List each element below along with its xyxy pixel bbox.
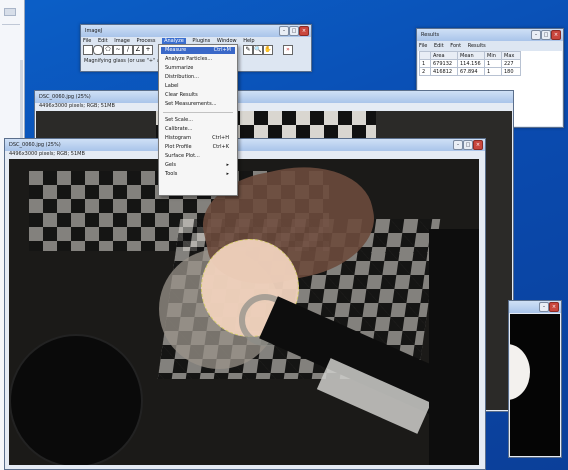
menu-item-distribution[interactable]: Distribution... <box>165 74 233 81</box>
table-row[interactable]: 1 679132 114.156 1 227 <box>419 59 521 68</box>
magnifier-tool-icon[interactable]: 🔍 <box>253 45 263 55</box>
maximize-button[interactable]: □ <box>463 140 473 150</box>
secondary-canvas[interactable] <box>510 314 560 456</box>
dark-disc <box>9 334 143 465</box>
results-table: Area Mean Min Max 1 679132 114.156 1 227… <box>419 51 521 76</box>
front-image-info: 4496x3000 pixels; RGB; 51MB <box>9 151 85 157</box>
close-button[interactable]: × <box>551 30 561 40</box>
line-tool-icon[interactable]: / <box>123 45 133 55</box>
menu-help[interactable]: Help <box>243 38 254 44</box>
oval-tool-icon[interactable] <box>93 45 103 55</box>
minimize-button[interactable]: – <box>453 140 463 150</box>
table-cell: 1 <box>484 67 502 76</box>
menu-item-set-measurements[interactable]: Set Measurements... <box>165 101 233 108</box>
back-button[interactable] <box>4 8 16 16</box>
column-header: Min <box>484 51 502 60</box>
table-row[interactable]: 2 416812 67.894 1 180 <box>419 67 521 76</box>
divider <box>2 24 20 25</box>
table-cell: 679132 <box>430 59 458 68</box>
menu-edit[interactable]: Edit <box>98 38 108 44</box>
chevron-right-icon: ▸ <box>226 171 229 177</box>
selection-circle <box>510 344 530 400</box>
menu-item-surface-plot[interactable]: Surface Plot... <box>165 153 233 160</box>
menu-item-plot-profile[interactable]: Plot Profile Ctrl+K <box>165 144 233 151</box>
column-header: Mean <box>457 51 485 60</box>
menu-file[interactable]: File <box>419 43 427 49</box>
column-header <box>419 51 431 60</box>
hand-tool-icon[interactable]: ✋ <box>263 45 273 55</box>
rectangle-tool-icon[interactable] <box>83 45 93 55</box>
polygon-tool-icon[interactable]: ⬠ <box>103 45 113 55</box>
close-button[interactable]: × <box>473 140 483 150</box>
menu-item-label[interactable]: Label <box>165 83 233 90</box>
dropper-tool-icon[interactable]: ✎ <box>243 45 253 55</box>
menu-item-tools[interactable]: Tools ▸ <box>165 171 233 178</box>
menu-item-summarize[interactable]: Summarize <box>165 65 233 72</box>
table-cell: 1 <box>419 59 431 68</box>
front-image-title: DSC_0060.jpg (25%) <box>5 139 485 151</box>
results-menubar: File Edit Font Results <box>419 42 561 50</box>
menu-item-set-scale[interactable]: Set Scale... <box>165 117 233 124</box>
imagej-title: ImageJ <box>81 25 311 37</box>
menu-item-clear-results[interactable]: Clear Results <box>165 92 233 99</box>
table-cell: 67.894 <box>457 67 485 76</box>
table-cell: 227 <box>501 59 521 68</box>
maximize-button[interactable]: □ <box>541 30 551 40</box>
dark-edge <box>429 229 479 465</box>
minimize-button[interactable]: – <box>279 26 289 36</box>
table-cell: 180 <box>501 67 521 76</box>
menu-edit[interactable]: Edit <box>434 43 444 49</box>
menu-font[interactable]: Font <box>450 43 461 49</box>
menu-image[interactable]: Image <box>114 38 130 44</box>
menu-item-analyze-particles[interactable]: Analyze Particles... <box>165 56 233 63</box>
close-button[interactable]: × <box>549 302 559 312</box>
angle-tool-icon[interactable]: ∠ <box>133 45 143 55</box>
front-image-canvas[interactable] <box>9 159 479 465</box>
back-image-info: 4496x3000 pixels; RGB; 51MB <box>39 103 115 109</box>
table-cell: 416812 <box>430 67 458 76</box>
point-tool-icon[interactable]: + <box>143 45 153 55</box>
column-header: Max <box>501 51 521 60</box>
freehand-tool-icon[interactable]: ~ <box>113 45 123 55</box>
table-cell: 114.156 <box>457 59 485 68</box>
minimize-button[interactable]: – <box>539 302 549 312</box>
close-button[interactable]: × <box>299 26 309 36</box>
table-cell: 2 <box>419 67 431 76</box>
menu-separator <box>163 112 233 113</box>
analyze-menu: Measure Ctrl+M Analyze Particles... Summa… <box>158 44 238 196</box>
menu-results[interactable]: Results <box>468 43 486 49</box>
menu-file[interactable]: File <box>83 38 91 44</box>
more-tools-icon[interactable]: » <box>283 45 293 55</box>
desktop: Results – □ × File Edit Font Results Are… <box>0 0 568 470</box>
table-header-row: Area Mean Min Max <box>419 51 521 60</box>
back-image-title: DSC_0060.jpg (25%) <box>35 91 513 103</box>
maximize-button[interactable]: □ <box>289 26 299 36</box>
front-image-window: DSC_0060.jpg (25%) – □ × 4496x3000 pixel… <box>4 138 486 470</box>
menu-item-measure[interactable]: Measure Ctrl+M <box>161 47 235 54</box>
menu-process[interactable]: Process <box>137 38 156 44</box>
column-header: Area <box>430 51 458 60</box>
table-cell: 1 <box>484 59 502 68</box>
secondary-image-window: – × <box>508 300 562 458</box>
menu-item-histogram[interactable]: Histogram Ctrl+H <box>165 135 233 142</box>
menu-item-calibrate[interactable]: Calibrate... <box>165 126 233 133</box>
menu-item-gels[interactable]: Gels ▸ <box>165 162 233 169</box>
chevron-right-icon: ▸ <box>226 162 229 168</box>
minimize-button[interactable]: – <box>531 30 541 40</box>
